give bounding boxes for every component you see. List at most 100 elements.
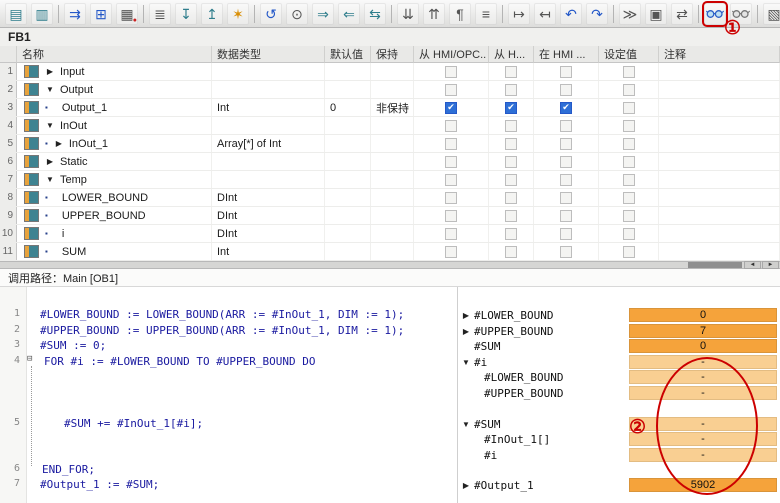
accessible-from-hmi-opc-checkbox[interactable] [445,191,457,204]
monitor-row[interactable]: #UPPER_BOUND - [458,386,780,401]
setpoint-checkbox[interactable] [622,101,635,114]
absolute-operands-icon[interactable]: ¶ [449,2,471,25]
retain-cell[interactable] [371,153,414,170]
visible-in-hmi-checkbox[interactable] [560,137,572,150]
monitoring-on-off-icon[interactable]: ① [702,0,741,38]
default-value-cell[interactable] [325,135,371,152]
writable-from-hmi-checkbox[interactable]: ✔ [505,101,517,114]
default-value-cell[interactable]: 0 [325,99,371,116]
format-code-icon[interactable]: ≡ [475,2,497,25]
expander-icon[interactable]: ▶ [54,139,64,148]
setpoint-checkbox[interactable] [622,155,635,168]
expander-icon[interactable]: ▼ [45,175,55,184]
retain-cell[interactable] [371,225,414,242]
retain-cell[interactable]: 非保持 [371,99,414,116]
monitor-row[interactable]: ▶ #LOWER_BOUND 0 [458,308,780,323]
comment-cell[interactable] [659,117,780,134]
default-value-cell[interactable] [325,81,371,98]
setpoint-checkbox[interactable] [622,173,635,186]
default-value-cell[interactable] [325,243,371,260]
default-value-cell[interactable] [325,207,371,224]
table-row-lower-bound[interactable]: 8 ▪ LOWER_BOUND DInt [0,189,780,207]
collapse-all-icon[interactable]: ⇈ [423,2,445,25]
retain-cell[interactable] [371,243,414,260]
monitor-row[interactable]: #LOWER_BOUND - [458,370,780,385]
call-environment-icon[interactable]: ▣ [645,2,667,25]
monitor-row[interactable]: ▶ #UPPER_BOUND 7 [458,324,780,339]
comment-cell[interactable] [659,99,780,116]
expander-icon[interactable]: ▶ [45,157,55,166]
comment-cell[interactable] [659,81,780,98]
table-row-temp[interactable]: 7 ▼ Temp [0,171,780,189]
retain-cell[interactable] [371,189,414,206]
code-line-4[interactable]: FOR #i := #LOWER_BOUND TO #UPPER_BOUND D… [44,355,316,368]
visible-in-hmi-checkbox[interactable] [560,209,572,222]
accessible-from-hmi-opc-checkbox[interactable] [445,209,457,222]
table-row-static[interactable]: 6 ▶ Static [0,153,780,171]
add-row-above-icon[interactable]: ↥ [201,2,223,25]
fold-toggle-icon[interactable]: ⊟ [27,354,32,364]
writable-from-hmi-checkbox[interactable] [505,65,517,78]
default-value-cell[interactable] [325,225,371,242]
retain-cell[interactable] [371,63,414,80]
retain-cell[interactable] [371,171,414,188]
writable-from-hmi-checkbox[interactable] [505,119,517,132]
horizontal-scrollbar-thumb[interactable] [688,262,742,268]
comment-cell[interactable] [659,171,780,188]
accessible-from-hmi-opc-checkbox[interactable] [445,227,457,240]
comment-cell[interactable] [659,153,780,170]
setpoint-checkbox[interactable] [622,245,635,258]
undo-icon[interactable]: ↶ [560,2,582,25]
writable-from-hmi-checkbox[interactable] [505,155,517,168]
expand-all-icon[interactable]: ⇊ [397,2,419,25]
comment-cell[interactable] [659,225,780,242]
next-error-icon[interactable]: ≫ [619,2,641,25]
writable-from-hmi-checkbox[interactable] [505,191,517,204]
insert-title-icon[interactable]: ▤ [5,2,27,25]
code-line-1[interactable]: #LOWER_BOUND := LOWER_BOUND(ARR := #InOu… [40,308,404,321]
data-type-cell[interactable]: Int [212,243,325,260]
copy-start-values-icon[interactable]: ⇆ [364,2,386,25]
expander-icon[interactable]: ▶ [45,67,55,76]
table-row-i[interactable]: 10 ▪ i DInt [0,225,780,243]
insert-row-icon[interactable]: ⇉ [64,2,86,25]
data-type-cell[interactable] [212,117,325,134]
expander-icon[interactable]: ▼ [45,85,55,94]
table-row-sum[interactable]: 11 ▪ SUM Int [0,243,780,261]
default-value-cell[interactable] [325,189,371,206]
default-value-cell[interactable] [325,153,371,170]
monitor-expander-icon[interactable]: ▶ [458,311,474,320]
accessible-from-hmi-opc-checkbox[interactable] [445,65,457,78]
default-value-cell[interactable] [325,171,371,188]
scroll-right-button[interactable]: ► [762,261,779,269]
scroll-left-button[interactable]: ◄ [744,261,761,269]
keep-actual-values-icon[interactable]: ≣ [149,2,171,25]
comment-cell[interactable] [659,207,780,224]
setpoint-checkbox[interactable] [622,227,635,240]
data-type-cell[interactable] [212,153,325,170]
accessible-from-hmi-opc-checkbox[interactable]: ✔ [445,101,457,114]
accessible-from-hmi-opc-checkbox[interactable] [445,137,457,150]
monitor-row[interactable]: ▼ #i - [458,355,780,370]
retain-cell[interactable] [371,117,414,134]
load-snapshot-icon[interactable]: ⇐ [338,2,360,25]
setpoint-checkbox[interactable] [622,191,635,204]
data-type-cell[interactable]: DInt [212,189,325,206]
comment-cell[interactable] [659,63,780,80]
monitor-row[interactable]: ▼ #SUM - [458,417,780,432]
visible-in-hmi-checkbox[interactable] [560,173,572,186]
visible-in-hmi-checkbox[interactable] [560,119,572,132]
accessible-from-hmi-opc-checkbox[interactable] [445,173,457,186]
visible-in-hmi-checkbox[interactable] [560,191,572,204]
comment-cell[interactable] [659,189,780,206]
data-type-cell[interactable]: DInt [212,225,325,242]
code-line-5[interactable]: #SUM += #InOut_1[#i]; [64,417,203,430]
monitor-row[interactable]: #SUM 0 [458,339,780,354]
monitor-row[interactable]: ▶ #Output_1 5902 [458,478,780,493]
code-line-7[interactable]: #Output_1 := #SUM; [40,478,159,491]
writable-from-hmi-checkbox[interactable] [505,245,517,258]
table-row-inout[interactable]: 4 ▼ InOut [0,117,780,135]
table-row-upper-bound[interactable]: 9 ▪ UPPER_BOUND DInt [0,207,780,225]
monitor-expander-icon[interactable]: ▶ [458,327,474,336]
setpoint-checkbox[interactable] [622,83,635,96]
